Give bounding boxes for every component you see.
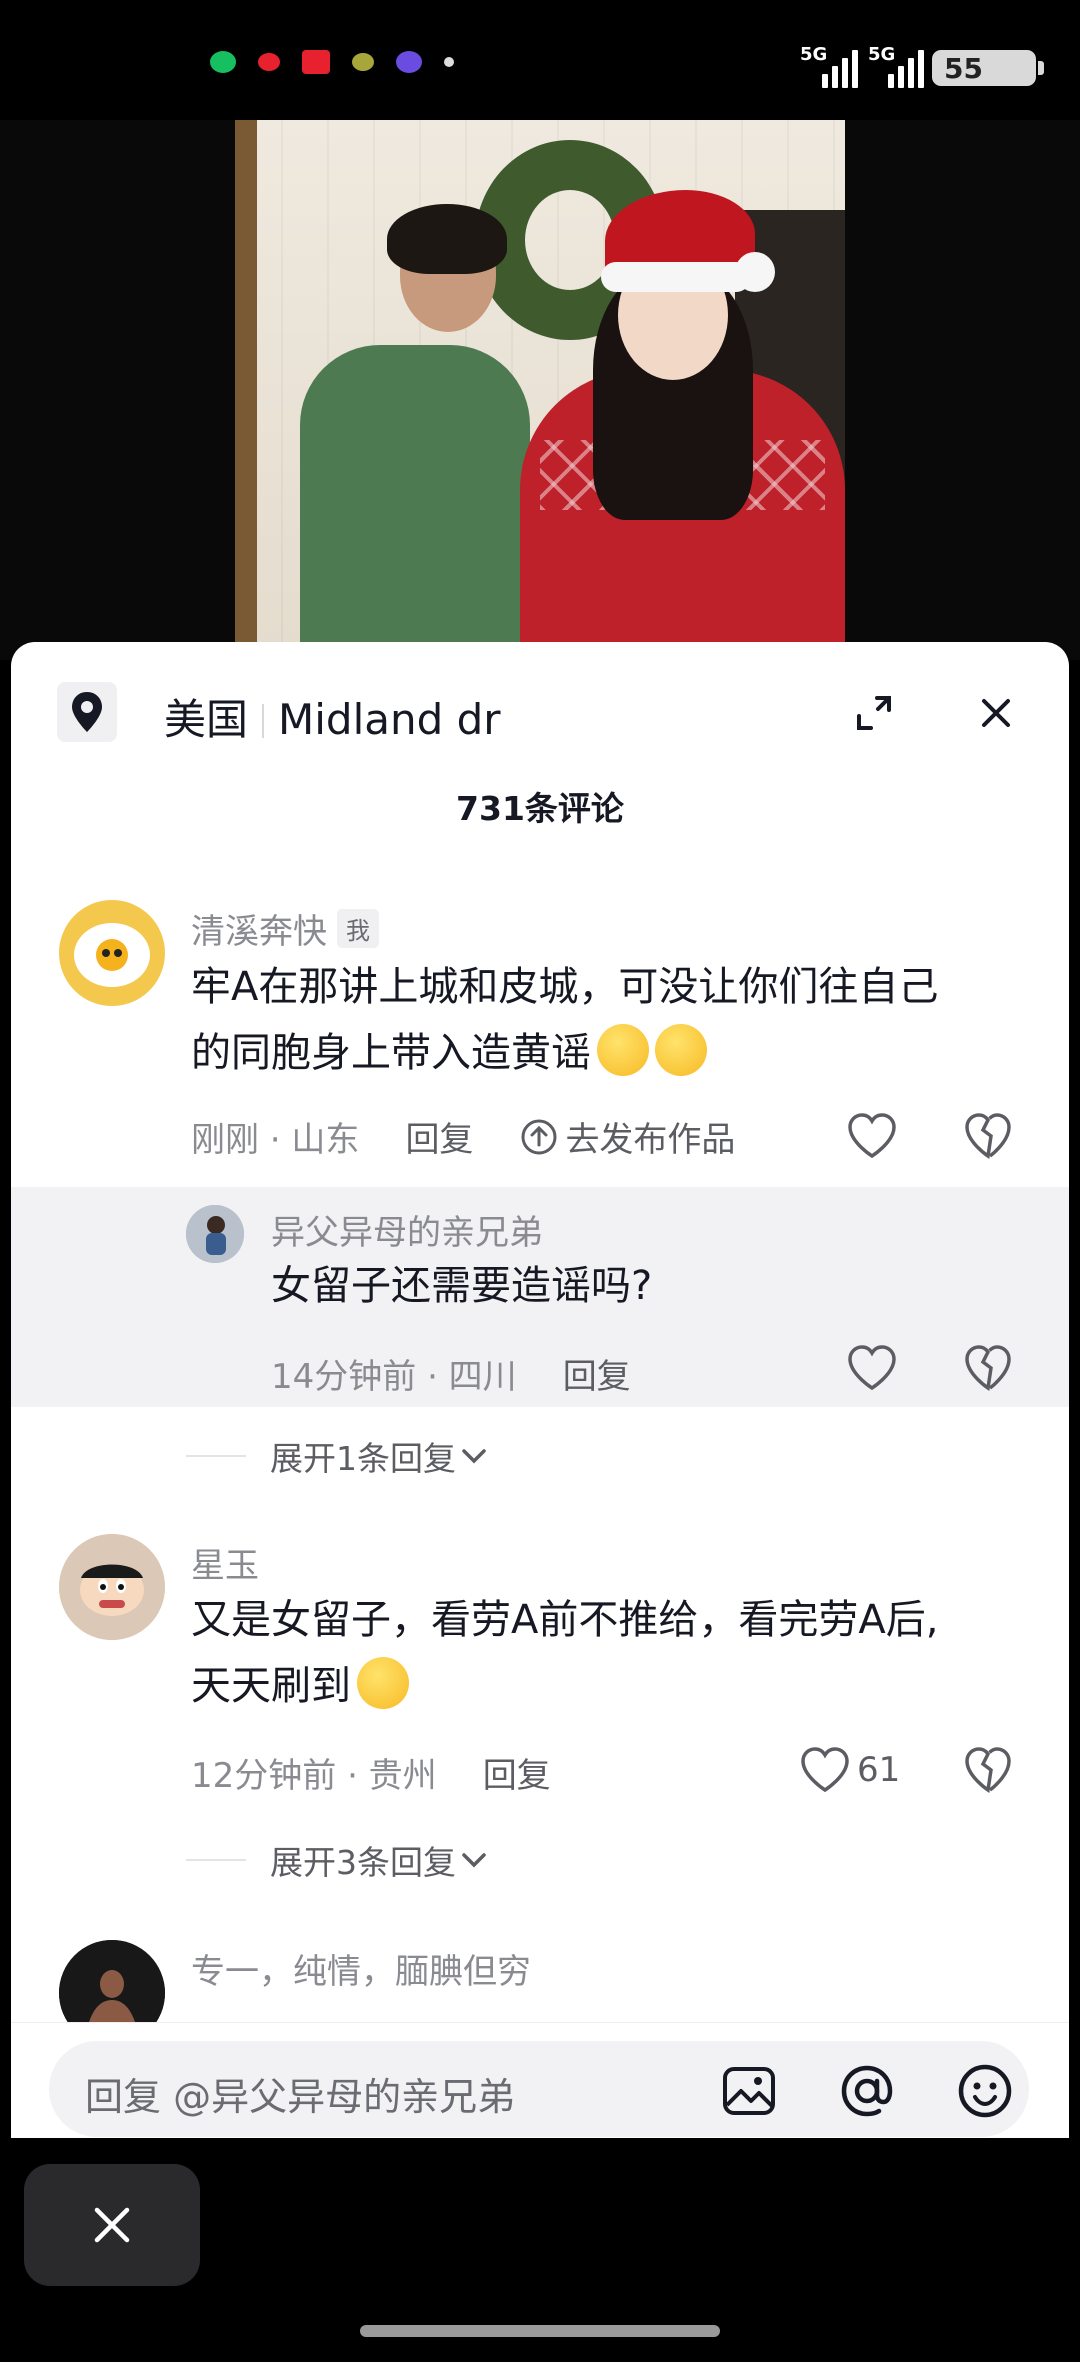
- dislike-button[interactable]: [963, 1112, 1013, 1164]
- like-button[interactable]: 61: [799, 1746, 900, 1794]
- reply-input[interactable]: 回复 @异父异母的亲兄弟: [49, 2041, 1029, 2137]
- location-place: Midland dr: [278, 695, 501, 744]
- dislike-button[interactable]: [963, 1746, 1013, 1798]
- notification-dot-icon: [258, 53, 280, 71]
- comment-meta: 12分钟前 · 贵州 回复: [191, 1748, 551, 1797]
- dizzy-face-emoji-icon: [655, 1024, 707, 1076]
- comment-username[interactable]: 专一，纯情，腼腆但穷: [191, 1944, 531, 1993]
- reply-button[interactable]: 回复: [405, 1112, 473, 1161]
- comment-username[interactable]: 清溪奔快我: [191, 904, 379, 953]
- reply-button[interactable]: 回复: [563, 1349, 631, 1398]
- status-bar: 5G 5G 55: [0, 0, 1080, 120]
- notification-dots: [210, 50, 454, 74]
- location-label[interactable]: 美国 Midland dr: [164, 686, 501, 747]
- battery-level: 55: [944, 52, 983, 85]
- notification-dot-icon: [302, 50, 330, 74]
- upload-circle-icon: [521, 1119, 557, 1154]
- avatar[interactable]: [186, 1205, 244, 1263]
- notification-dot-icon: [396, 51, 422, 73]
- signal-strength-icon: [888, 50, 924, 88]
- heart-icon: [848, 1113, 896, 1159]
- heart-icon: [848, 1345, 896, 1391]
- comment-meta: 刚刚 · 山东 回复 去发布作品: [191, 1112, 735, 1161]
- floating-close-button[interactable]: [24, 2164, 200, 2286]
- home-indicator[interactable]: [360, 2325, 720, 2337]
- comment-username[interactable]: 异父异母的亲兄弟: [271, 1205, 543, 1254]
- video-player[interactable]: [0, 120, 1080, 660]
- comment-text: 又是女留子，看劳A前不推给，看完劳A后, 天天刷到: [191, 1597, 939, 1709]
- close-button[interactable]: [971, 688, 1021, 738]
- expand-replies-button[interactable]: 展开1条回复: [186, 1432, 492, 1480]
- image-button[interactable]: [721, 2063, 777, 2119]
- battery-icon: 55: [932, 50, 1044, 86]
- reply-input-placeholder: 回复 @异父异母的亲兄弟: [85, 2075, 516, 2119]
- broken-heart-icon: [965, 1345, 1011, 1391]
- notification-dot-icon: [352, 53, 374, 71]
- reply-input-bar: 回复 @异父异母的亲兄弟: [11, 2022, 1069, 2138]
- expand-replies-button[interactable]: 展开3条回复: [186, 1836, 492, 1884]
- dislike-button[interactable]: [963, 1344, 1013, 1396]
- expand-icon: [857, 696, 891, 730]
- reply-button[interactable]: 回复: [483, 1748, 551, 1797]
- chevron-down-icon: [462, 1853, 486, 1868]
- location-pin-icon[interactable]: [57, 682, 117, 742]
- emoji-button[interactable]: [957, 2063, 1013, 2119]
- comment-text: 女留子还需要造谣吗?: [271, 1263, 653, 1309]
- reply-comment-item: 异父异母的亲兄弟 女留子还需要造谣吗? 14分钟前 · 四川 回复: [11, 1187, 1069, 1407]
- chevron-down-icon: [462, 1449, 486, 1464]
- smiley-icon: [958, 2064, 1012, 2118]
- comment-text: 牢A在那讲上城和皮城，可没让你们往自己 的同胞身上带入造黄谣: [191, 964, 939, 1076]
- image-icon: [723, 2067, 775, 2115]
- like-count: 61: [857, 1750, 901, 1790]
- dizzy-face-emoji-icon: [597, 1024, 649, 1076]
- avatar[interactable]: [59, 900, 165, 1006]
- heart-icon: [801, 1747, 849, 1793]
- location-country: 美国: [164, 695, 249, 744]
- me-tag: 我: [337, 909, 379, 948]
- surprised-emoji-icon: [357, 1657, 409, 1709]
- comment-username[interactable]: 星玉: [191, 1538, 259, 1587]
- publish-work-button[interactable]: 去发布作品: [519, 1112, 735, 1161]
- mention-button[interactable]: [839, 2063, 895, 2119]
- signal-strength-icon: [822, 50, 858, 88]
- broken-heart-icon: [965, 1113, 1011, 1159]
- like-button[interactable]: [846, 1112, 898, 1160]
- broken-heart-icon: [965, 1747, 1011, 1793]
- at-icon: [841, 2065, 893, 2117]
- more-dot-icon: [444, 57, 454, 67]
- close-icon: [982, 699, 1010, 727]
- fullscreen-button[interactable]: [849, 688, 899, 738]
- avatar[interactable]: [59, 1534, 165, 1640]
- like-button[interactable]: [846, 1344, 898, 1392]
- comment-sheet: 美国 Midland dr 731条评论 清溪奔快我 牢A在那讲上城和皮城，可没让…: [11, 642, 1069, 2138]
- video-frame: [235, 120, 845, 660]
- notification-dot-icon: [210, 51, 236, 73]
- comment-meta: 14分钟前 · 四川 回复: [271, 1349, 631, 1398]
- close-icon: [94, 2207, 130, 2243]
- comment-count: 731条评论: [456, 789, 624, 828]
